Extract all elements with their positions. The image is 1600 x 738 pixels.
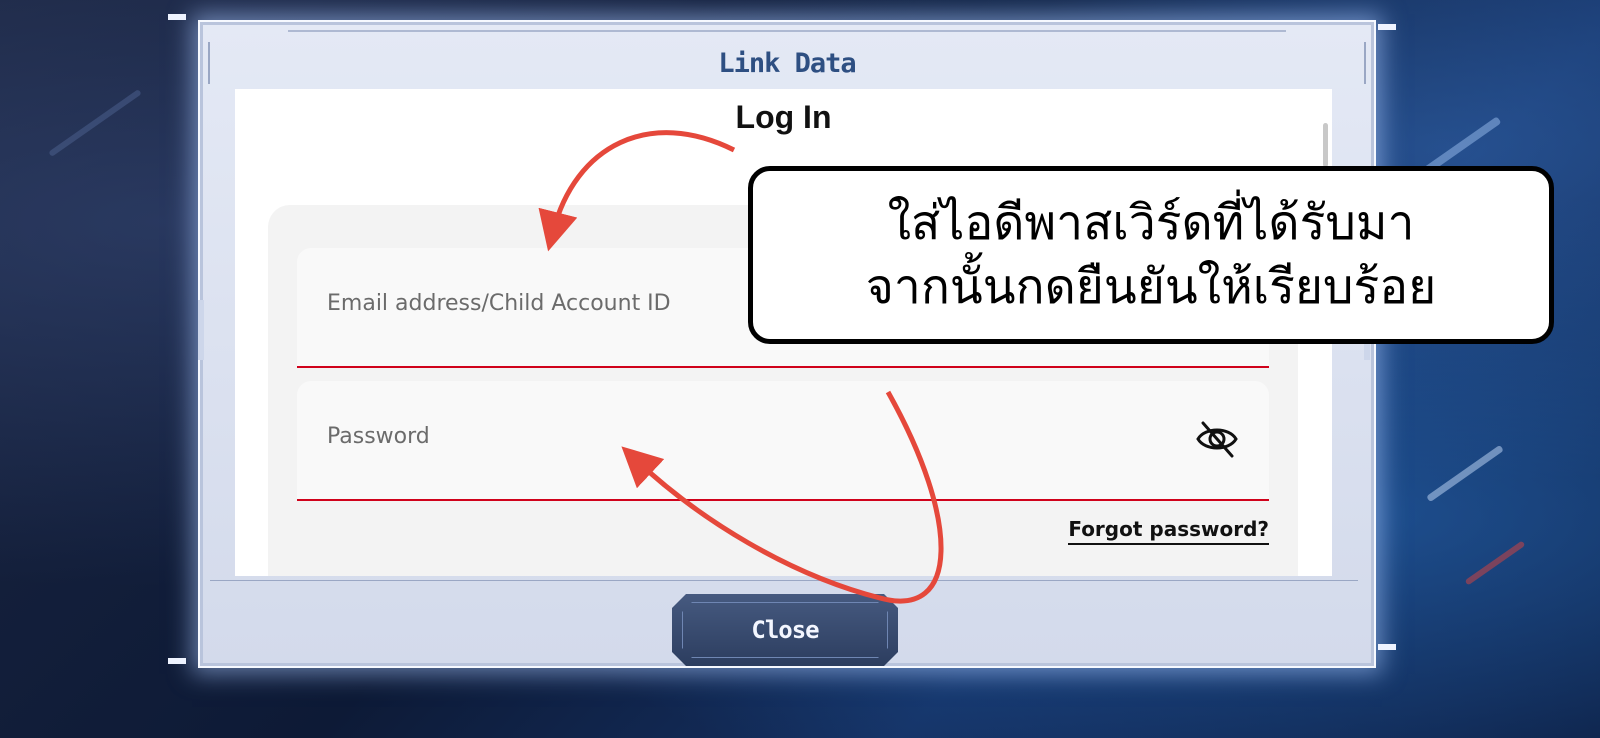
frame-corner [1378,24,1396,30]
eye-slash-icon[interactable] [1195,419,1239,459]
frame-corner [168,658,186,664]
callout-line-1: ใส่ไอดีพาสเวิร์ดที่ได้รับมา [887,195,1415,251]
frame-corner [168,14,186,20]
close-button-label: Close [751,616,819,644]
background-streak [1426,444,1504,503]
frame-decoration [288,30,1286,32]
close-button[interactable]: Close [672,594,898,666]
callout-line-2: จากนั้นกดยืนยันให้เรียบร้อย [865,259,1437,315]
forgot-password-link[interactable]: Forgot password? [1068,517,1269,545]
dialog-title: Link Data [718,48,856,79]
background-streak [1464,540,1526,586]
login-heading: Log In [735,99,832,135]
frame-divider [210,580,1358,581]
frame-decoration [198,300,204,360]
instruction-callout: ใส่ไอดีพาสเวิร์ดที่ได้รับมา จากนั้นกดยืน… [748,166,1554,344]
password-field[interactable] [297,381,1269,501]
background-streak [48,88,142,158]
frame-corner [1378,644,1396,650]
password-input[interactable] [325,415,1169,457]
